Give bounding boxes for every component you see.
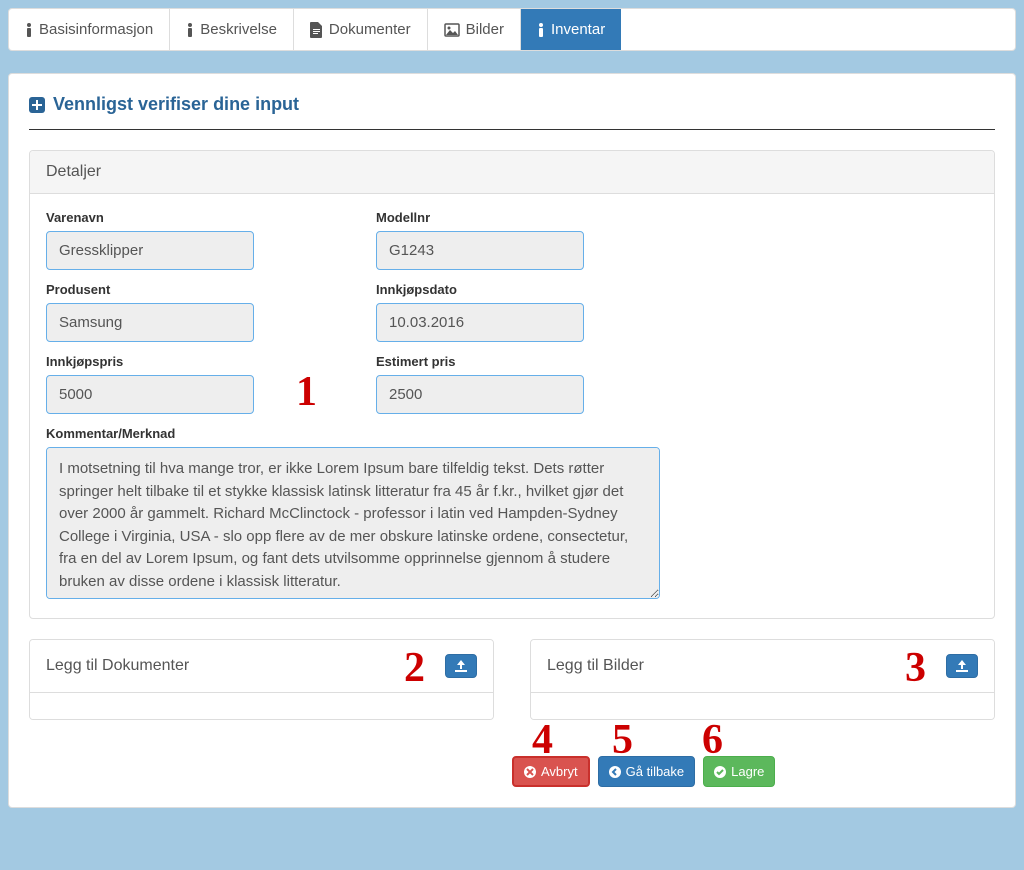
tab-beskrivelse[interactable]: Beskrivelse bbox=[170, 9, 294, 50]
info-icon bbox=[186, 22, 194, 38]
innkjopspris-input[interactable] bbox=[46, 375, 254, 414]
go-back-button[interactable]: Gå tilbake bbox=[598, 756, 696, 787]
tab-dokumenter[interactable]: Dokumenter bbox=[294, 9, 428, 50]
estimert-input[interactable] bbox=[376, 375, 584, 414]
tab-label: Inventar bbox=[551, 21, 605, 38]
upload-documents-button[interactable] bbox=[445, 654, 477, 678]
modellnr-input[interactable] bbox=[376, 231, 584, 270]
tab-label: Basisinformasjon bbox=[39, 21, 153, 38]
add-images-panel: Legg til Bilder 3 bbox=[530, 639, 995, 720]
tab-basis[interactable]: Basisinformasjon bbox=[9, 9, 170, 50]
add-documents-title: Legg til Dokumenter bbox=[46, 657, 189, 675]
verify-page: Vennligst verifiser dine input Detaljer … bbox=[8, 73, 1016, 808]
cancel-icon bbox=[524, 766, 536, 778]
modellnr-label: Modellnr bbox=[376, 210, 686, 225]
add-images-title: Legg til Bilder bbox=[547, 657, 644, 675]
check-icon bbox=[714, 766, 726, 778]
info-icon bbox=[25, 22, 33, 38]
tab-bilder[interactable]: Bilder bbox=[428, 9, 521, 50]
verify-header: Vennligst verifiser dine input bbox=[29, 94, 995, 130]
innkjopspris-label: Innkjøpspris bbox=[46, 354, 356, 369]
go-back-label: Gå tilbake bbox=[626, 764, 685, 779]
produsent-label: Produsent bbox=[46, 282, 356, 297]
estimert-label: Estimert pris bbox=[376, 354, 686, 369]
upload-icon bbox=[955, 660, 969, 672]
kommentar-label: Kommentar/Merknad bbox=[46, 426, 978, 441]
details-panel: Detaljer Varenavn Modellnr Produsent bbox=[29, 150, 995, 619]
tab-inventar[interactable]: Inventar bbox=[521, 9, 621, 50]
details-heading: Detaljer bbox=[30, 151, 994, 194]
image-icon bbox=[444, 23, 460, 37]
tab-label: Dokumenter bbox=[329, 21, 411, 38]
document-icon bbox=[310, 22, 323, 38]
save-button[interactable]: Lagre bbox=[703, 756, 775, 787]
plus-square-icon bbox=[29, 97, 45, 113]
kommentar-textarea[interactable] bbox=[46, 447, 660, 599]
add-documents-panel: Legg til Dokumenter 2 bbox=[29, 639, 494, 720]
arrow-left-icon bbox=[609, 766, 621, 778]
tab-bar: Basisinformasjon Beskrivelse Dokumenter … bbox=[8, 8, 1016, 51]
cancel-label: Avbryt bbox=[541, 764, 578, 779]
upload-icon bbox=[454, 660, 468, 672]
varenavn-label: Varenavn bbox=[46, 210, 356, 225]
innkjopsdato-input[interactable] bbox=[376, 303, 584, 342]
innkjopsdato-label: Innkjøpsdato bbox=[376, 282, 686, 297]
tab-label: Beskrivelse bbox=[200, 21, 277, 38]
upload-images-button[interactable] bbox=[946, 654, 978, 678]
cancel-button[interactable]: Avbryt bbox=[512, 756, 590, 787]
info-icon bbox=[537, 22, 545, 38]
save-label: Lagre bbox=[731, 764, 764, 779]
tab-label: Bilder bbox=[466, 21, 504, 38]
verify-title: Vennligst verifiser dine input bbox=[53, 94, 299, 115]
produsent-input[interactable] bbox=[46, 303, 254, 342]
varenavn-input[interactable] bbox=[46, 231, 254, 270]
